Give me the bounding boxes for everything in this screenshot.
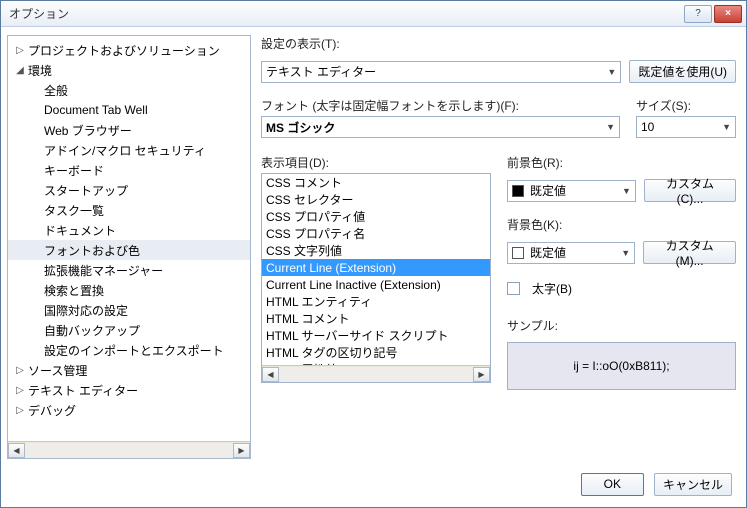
help-button[interactable]: ? [684, 5, 712, 23]
tree-item[interactable]: Web ブラウザー [8, 120, 250, 140]
chevron-down-icon: ▼ [722, 122, 731, 132]
color-swatch [512, 185, 524, 197]
tree-item[interactable]: タスク一覧 [8, 200, 250, 220]
custom-fg-button[interactable]: カスタム(C)... [644, 179, 736, 202]
list-item[interactable]: HTML コメント [262, 310, 490, 327]
use-defaults-button[interactable]: 既定値を使用(U) [629, 60, 736, 83]
category-tree[interactable]: ▷プロジェクトおよびソリューション◢環境全般Document Tab WellW… [7, 35, 251, 459]
list-item[interactable]: CSS プロパティ名 [262, 225, 490, 242]
tree-item[interactable]: Document Tab Well [8, 100, 250, 120]
tree-label: ドキュメント [42, 222, 116, 239]
list-item[interactable]: CSS コメント [262, 174, 490, 191]
scroll-left-icon[interactable]: ◀ [8, 443, 25, 458]
list-item[interactable]: Current Line (Extension) [262, 259, 490, 276]
tree-twisty-icon: ◢ [14, 65, 26, 76]
tree-item[interactable]: ドキュメント [8, 220, 250, 240]
tree-label: 検索と置換 [42, 282, 104, 299]
tree-label: 自動バックアップ [42, 322, 140, 339]
tree-label: アドイン/マクロ セキュリティ [42, 142, 206, 159]
show-settings-dropdown[interactable]: テキスト エディター▼ [261, 61, 621, 83]
listbox-hscrollbar[interactable]: ◀ ▶ [262, 365, 490, 382]
list-item[interactable]: Current Line Inactive (Extension) [262, 276, 490, 293]
tree-label: タスク一覧 [42, 202, 104, 219]
list-item[interactable]: HTML エンティティ [262, 293, 490, 310]
tree-item[interactable]: ▷ソース管理 [8, 360, 250, 380]
scroll-right-icon[interactable]: ▶ [233, 443, 250, 458]
tree-twisty-icon: ▷ [14, 405, 26, 416]
tree-item[interactable]: 拡張機能マネージャー [8, 260, 250, 280]
tree-label: フォントおよび色 [42, 242, 140, 259]
tree-item[interactable]: ◢環境 [8, 60, 250, 80]
tree-hscrollbar[interactable]: ◀ ▶ [8, 441, 250, 458]
tree-item[interactable]: アドイン/マクロ セキュリティ [8, 140, 250, 160]
tree-twisty-icon: ▷ [14, 385, 26, 396]
tree-item[interactable]: ▷プロジェクトおよびソリューション [8, 40, 250, 60]
tree-label: Web ブラウザー [42, 122, 132, 139]
foreground-dropdown[interactable]: 既定値▼ [507, 180, 636, 202]
tree-label: Document Tab Well [42, 103, 148, 117]
scroll-right-icon[interactable]: ▶ [473, 367, 490, 382]
tree-item[interactable]: 国際対応の設定 [8, 300, 250, 320]
chevron-down-icon: ▼ [607, 67, 616, 77]
chevron-down-icon: ▼ [621, 248, 630, 258]
list-item[interactable]: CSS セレクター [262, 191, 490, 208]
scroll-left-icon[interactable]: ◀ [262, 367, 279, 382]
display-items-label: 表示項目(D): [261, 154, 491, 171]
tree-item[interactable]: ▷テキスト エディター [8, 380, 250, 400]
tree-label: デバッグ [26, 402, 76, 419]
chevron-down-icon: ▼ [622, 186, 631, 196]
ok-button[interactable]: OK [581, 473, 644, 496]
list-item[interactable]: CSS プロパティ値 [262, 208, 490, 225]
bold-checkbox[interactable] [507, 282, 520, 295]
background-dropdown[interactable]: 既定値▼ [507, 242, 635, 264]
bold-label: 太字(B) [532, 280, 572, 297]
tree-label: スタートアップ [42, 182, 128, 199]
sample-box: ij = I::oO(0xB811); [507, 342, 736, 390]
chevron-down-icon: ▼ [606, 122, 615, 132]
tree-item[interactable]: 自動バックアップ [8, 320, 250, 340]
tree-item[interactable]: 検索と置換 [8, 280, 250, 300]
tree-item[interactable]: フォントおよび色 [8, 240, 250, 260]
close-button[interactable]: × [714, 5, 742, 23]
list-item[interactable]: HTML タグの区切り記号 [262, 344, 490, 361]
tree-label: 全般 [42, 82, 68, 99]
tree-item[interactable]: 設定のインポートとエクスポート [8, 340, 250, 360]
tree-twisty-icon: ▷ [14, 45, 26, 56]
custom-bg-button[interactable]: カスタム(M)... [643, 241, 736, 264]
window-title: オプション [9, 5, 684, 22]
tree-label: 設定のインポートとエクスポート [42, 342, 224, 359]
tree-item[interactable]: スタートアップ [8, 180, 250, 200]
tree-label: 拡張機能マネージャー [42, 262, 163, 279]
cancel-button[interactable]: キャンセル [654, 473, 732, 496]
dialog-footer: OK キャンセル [1, 463, 746, 507]
sample-label: サンプル: [507, 317, 736, 334]
foreground-label: 前景色(R): [507, 154, 736, 171]
tree-item[interactable]: キーボード [8, 160, 250, 180]
tree-label: キーボード [42, 162, 104, 179]
font-label: フォント (太字は固定幅フォントを示します)(F): [261, 97, 620, 114]
tree-item[interactable]: 全般 [8, 80, 250, 100]
tree-twisty-icon: ▷ [14, 365, 26, 376]
list-item[interactable]: CSS 文字列値 [262, 242, 490, 259]
background-label: 背景色(K): [507, 216, 736, 233]
display-items-listbox[interactable]: CSS コメントCSS セレクターCSS プロパティ値CSS プロパティ名CSS… [261, 173, 491, 383]
show-settings-label: 設定の表示(T): [261, 35, 736, 52]
list-item[interactable]: HTML サーバーサイド スクリプト [262, 327, 490, 344]
font-dropdown[interactable]: MS ゴシック▼ [261, 116, 620, 138]
tree-label: 国際対応の設定 [42, 302, 128, 319]
tree-label: 環境 [26, 62, 52, 79]
tree-label: テキスト エディター [26, 382, 138, 399]
size-dropdown[interactable]: 10▼ [636, 116, 736, 138]
options-dialog: オプション ? × ▷プロジェクトおよびソリューション◢環境全般Document… [0, 0, 747, 508]
color-swatch [512, 247, 524, 259]
tree-item[interactable]: ▷デバッグ [8, 400, 250, 420]
tree-label: プロジェクトおよびソリューション [26, 42, 220, 59]
titlebar: オプション ? × [1, 1, 746, 27]
size-label: サイズ(S): [636, 97, 736, 114]
tree-label: ソース管理 [26, 362, 87, 379]
